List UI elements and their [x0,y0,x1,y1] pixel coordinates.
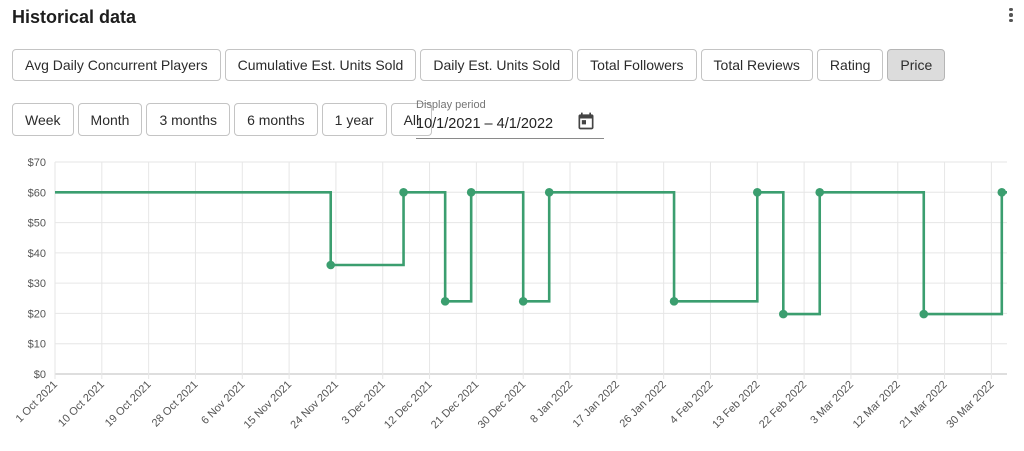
x-tick-label: 19 Oct 2021 [103,379,154,430]
calendar-icon[interactable] [576,111,596,131]
x-tick-label: 1 Oct 2021 [14,379,61,426]
x-tick-label: 22 Feb 2022 [757,379,809,431]
y-tick-label: $0 [34,369,46,381]
tab-avg-daily-concurrent-players[interactable]: Avg Daily Concurrent Players [12,49,221,81]
y-tick-label: $30 [28,278,46,290]
period-buttons: Week Month 3 months 6 months 1 year All [12,103,433,136]
x-tick-label: 13 Feb 2022 [710,379,762,431]
price-point[interactable] [669,297,679,306]
price-point[interactable] [399,188,408,197]
x-tick-label: 17 Jan 2022 [571,379,622,430]
price-point[interactable] [919,309,929,319]
chart-grid [54,161,1007,379]
period-week-button[interactable]: Week [12,103,74,136]
price-point[interactable] [518,297,528,306]
price-point[interactable] [544,188,554,197]
tab-total-followers[interactable]: Total Followers [577,49,697,81]
y-tick-label: $50 [28,218,46,230]
x-tick-label: 30 Mar 2022 [944,379,996,431]
price-point[interactable] [779,309,788,319]
price-point[interactable] [752,188,762,197]
x-tick-label: 8 Jan 2022 [528,379,575,426]
period-1-year-button[interactable]: 1 year [321,103,387,136]
x-tick-label: 21 Dec 2021 [429,379,482,432]
x-tick-label: 21 Mar 2022 [898,379,950,431]
x-tick-label: 12 Dec 2021 [382,379,435,432]
tab-price[interactable]: Price [887,49,946,81]
display-period-label: Display period [416,99,486,111]
y-tick-label: $70 [28,157,46,169]
x-tick-label: 4 Feb 2022 [668,379,716,427]
more-vert-icon[interactable] [1004,4,1018,26]
price-chart: $0 $10 $20 $30 $40 $50 $60 $70 1 Oct 202110 Oct… [14,157,1007,432]
x-tick-label: 10 Oct 2021 [56,379,107,430]
price-point[interactable] [997,188,1007,197]
price-point[interactable] [326,260,336,270]
period-3-months-button[interactable]: 3 months [146,103,231,136]
x-tick-label: 15 Nov 2021 [242,379,295,432]
page-title: Historical data [12,7,137,27]
tab-total-reviews[interactable]: Total Reviews [700,49,813,81]
tab-rating[interactable]: Rating [816,49,884,81]
x-tick-label: 6 Nov 2021 [199,379,247,427]
period-6-months-button[interactable]: 6 months [234,103,318,136]
price-point[interactable] [440,297,450,306]
price-point[interactable] [815,188,825,197]
y-tick-label: $10 [28,339,46,351]
tab-cumulative-est-units-sold[interactable]: Cumulative Est. Units Sold [224,49,417,81]
price-point[interactable] [466,188,476,197]
x-tick-label: 30 Dec 2021 [476,379,529,432]
display-period-field[interactable]: Display period 10/1/2021 – 4/1/2022 [416,99,604,139]
tab-daily-est-units-sold[interactable]: Daily Est. Units Sold [420,49,574,81]
x-tick-label: 24 Nov 2021 [288,379,341,432]
metric-tabs: Avg Daily Concurrent Players Cumulative … [12,49,946,81]
x-axis: 1 Oct 202110 Oct 202119 Oct 202128 Oct 2… [14,379,997,432]
period-month-button[interactable]: Month [77,103,143,136]
y-tick-label: $20 [28,308,46,320]
x-tick-label: 26 Jan 2022 [617,379,668,430]
y-tick-label: $60 [28,187,46,199]
x-tick-label: 28 Oct 2021 [150,379,201,430]
display-period-value[interactable]: 10/1/2021 – 4/1/2022 [416,116,553,132]
x-tick-label: 3 Dec 2021 [340,379,388,427]
y-tick-label: $40 [28,248,46,260]
y-axis: $0 $10 $20 $30 $40 $50 $60 $70 [28,157,46,381]
x-tick-label: 12 Mar 2022 [851,379,903,431]
x-tick-label: 3 Mar 2022 [808,379,856,427]
